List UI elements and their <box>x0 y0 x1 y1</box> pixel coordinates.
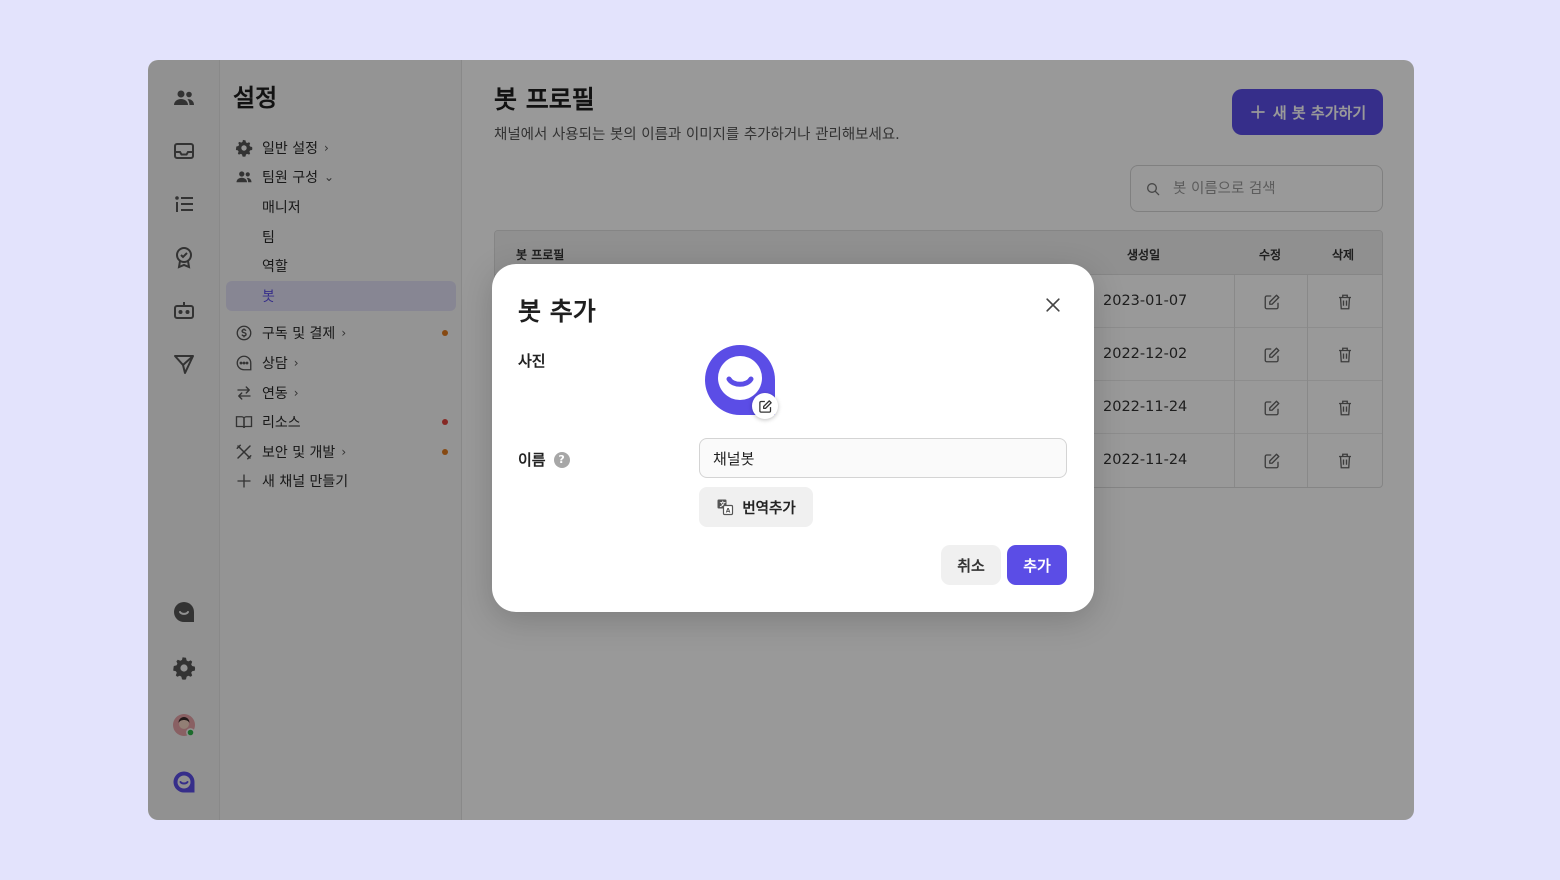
name-label: 이름 ? <box>518 449 570 470</box>
bot-name-input[interactable] <box>699 438 1067 478</box>
help-icon[interactable]: ? <box>553 451 570 468</box>
add-button[interactable]: 추가 <box>1007 545 1067 585</box>
add-translation-button[interactable]: 文A 번역추가 <box>699 487 813 527</box>
add-bot-modal: 봇 추가 사진 이름 ? 文A 번역추가 취소 추가 <box>492 264 1094 612</box>
photo-label: 사진 <box>518 350 546 371</box>
translate-icon: 文A <box>717 499 734 516</box>
name-label-text: 이름 <box>518 451 546 469</box>
modal-title: 봇 추가 <box>518 297 596 326</box>
add-translation-label: 번역추가 <box>742 500 796 517</box>
cancel-button[interactable]: 취소 <box>941 545 1001 585</box>
avatar-edit-button[interactable] <box>752 393 778 419</box>
bot-avatar[interactable] <box>704 344 778 419</box>
close-icon[interactable] <box>1040 292 1066 318</box>
svg-text:A: A <box>726 508 731 515</box>
edit-icon <box>758 399 772 413</box>
photo-label-text: 사진 <box>518 352 546 370</box>
